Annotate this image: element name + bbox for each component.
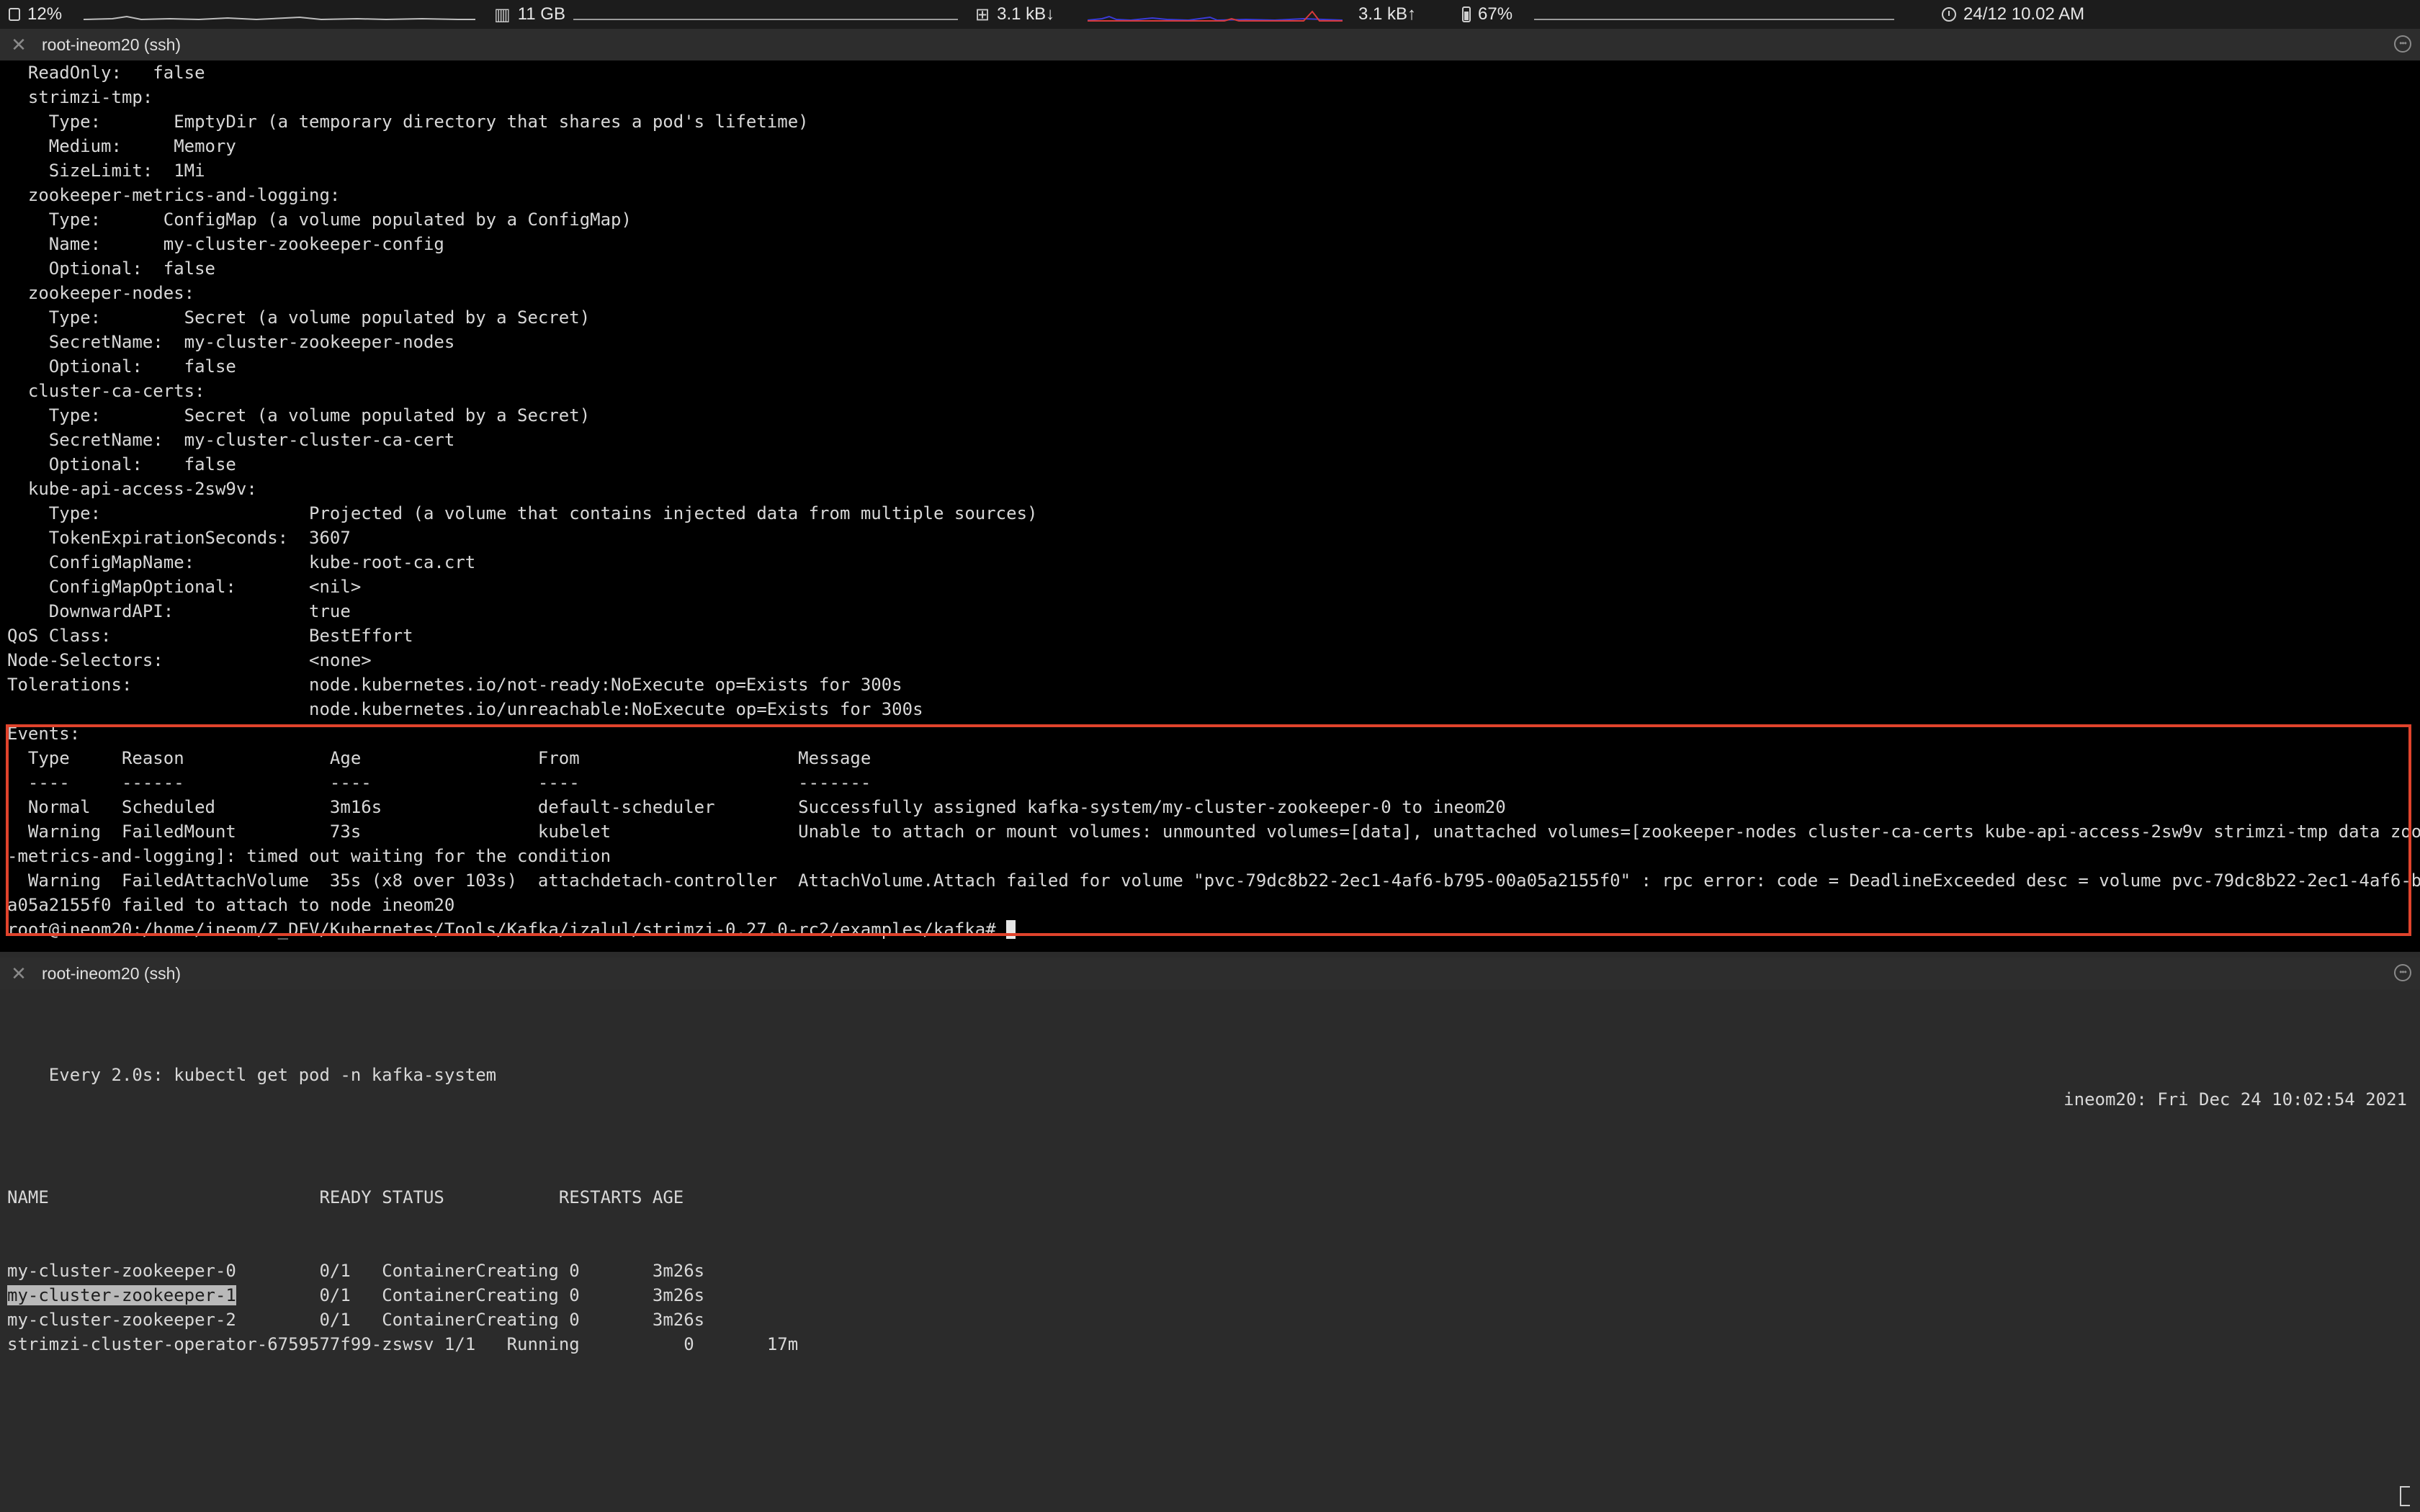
clock-icon	[1942, 7, 1956, 22]
more-options-icon[interactable]: •••	[2394, 35, 2411, 53]
terminal-line: Tolerations: node.kubernetes.io/not-read…	[7, 675, 902, 695]
pod-name: strimzi-cluster-operator-6759577f99-zsws…	[7, 1334, 444, 1354]
close-icon[interactable]: ✕	[9, 35, 29, 55]
pod-status: Running	[506, 1334, 684, 1354]
pod-ready: 0/1	[319, 1285, 382, 1305]
status-bar: 12% ▥ 11 GB ⊞ 3.1 kB↓ 3.1 kB↑ 67% 24/12 …	[0, 0, 2420, 29]
terminal-line: Type: Projected (a volume that contains …	[7, 503, 1038, 523]
terminal-line: QoS Class: BestEffort	[7, 626, 413, 646]
terminal-line: kube-api-access-2sw9v:	[7, 479, 257, 499]
pod-status: ContainerCreating	[382, 1310, 570, 1330]
pod-restarts: 0	[684, 1334, 767, 1354]
pane1-title: root-ineom20 (ssh)	[42, 35, 182, 54]
pod-restarts: 0	[569, 1261, 653, 1281]
pane2-title: root-ineom20 (ssh)	[42, 964, 182, 983]
pod-restarts: 0	[569, 1285, 653, 1305]
pod-ready: 0/1	[319, 1310, 382, 1330]
battery-graph	[1534, 9, 1894, 22]
terminal-line: ConfigMapName: kube-root-ca.crt	[7, 552, 476, 572]
terminal-line: cluster-ca-certs:	[7, 381, 205, 401]
pane2-titlebar[interactable]: ✕ root-ineom20 (ssh) •••	[0, 958, 2420, 989]
datetime-value: 24/12 10.02 AM	[1963, 4, 2085, 24]
pod-name: my-cluster-zookeeper-2	[7, 1310, 320, 1330]
terminal-line: DownwardAPI: true	[7, 601, 351, 621]
terminal-line: Optional: false	[7, 356, 236, 377]
network-graph	[1088, 9, 1343, 22]
table-row: strimzi-cluster-operator-6759577f99-zsws…	[0, 1332, 2420, 1356]
battery-icon	[1462, 6, 1471, 22]
battery-value: 67%	[1478, 4, 1513, 24]
terminal-line: SecretName: my-cluster-zookeeper-nodes	[7, 332, 455, 352]
pod-table: my-cluster-zookeeper-0 0/1 ContainerCrea…	[0, 1259, 2420, 1356]
cpu-graph	[84, 9, 475, 22]
terminal-line: zookeeper-metrics-and-logging:	[7, 185, 341, 205]
table-row: my-cluster-zookeeper-1 0/1 ContainerCrea…	[0, 1283, 2420, 1308]
pod-age: 17m	[766, 1334, 799, 1354]
terminal-line: Name: my-cluster-zookeeper-config	[7, 234, 444, 254]
terminal-line: Type: ConfigMap (a volume populated by a…	[7, 210, 632, 230]
pod-table-header: NAME READY STATUS RESTARTS AGE	[0, 1185, 2420, 1210]
memory-graph	[573, 9, 958, 22]
terminal-line: Optional: false	[7, 258, 215, 279]
pod-ready: 0/1	[319, 1261, 382, 1281]
terminal-line: ReadOnly: false	[7, 63, 205, 83]
pod-age: 3m26s	[652, 1261, 705, 1281]
net-up-value: 3.1 kB↑	[1358, 4, 1417, 24]
terminal-line: SizeLimit: 1Mi	[7, 161, 205, 181]
pod-status: ContainerCreating	[382, 1285, 570, 1305]
watch-host-time: ineom20: Fri Dec 24 10:02:54 2021	[2063, 1089, 2407, 1110]
table-row: my-cluster-zookeeper-2 0/1 ContainerCrea…	[0, 1308, 2420, 1332]
close-icon[interactable]: ✕	[9, 963, 29, 984]
terminal-line: Type: Secret (a volume populated by a Se…	[7, 307, 591, 328]
terminal-line: node.kubernetes.io/unreachable:NoExecute…	[7, 699, 923, 719]
network-up-widget[interactable]: 3.1 kB↑	[1358, 0, 1416, 29]
terminal-line: Type: EmptyDir (a temporary directory th…	[7, 112, 809, 132]
terminal-line: Node-Selectors: <none>	[7, 650, 372, 670]
memory-value: 11 GB	[517, 4, 565, 24]
column-header-restarts: RESTARTS	[558, 1187, 653, 1207]
terminal-line: ConfigMapOptional: <nil>	[7, 577, 362, 597]
cpu-value: 12%	[27, 4, 63, 24]
table-row: my-cluster-zookeeper-0 0/1 ContainerCrea…	[0, 1259, 2420, 1283]
pane1-titlebar[interactable]: ✕ root-ineom20 (ssh) •••	[0, 29, 2420, 60]
terminal-line: zookeeper-nodes:	[7, 283, 195, 303]
terminal-line: TokenExpirationSeconds: 3607	[7, 528, 351, 548]
pod-ready: 1/1	[444, 1334, 507, 1354]
battery-widget[interactable]: 67%	[1462, 0, 1512, 29]
terminal-line: SecretName: my-cluster-cluster-ca-cert	[7, 430, 455, 450]
terminal-line: strimzi-tmp:	[7, 87, 153, 107]
watch-output[interactable]: Every 2.0s: kubectl get pod -n kafka-sys…	[0, 989, 2420, 1512]
column-header-ready: READY	[319, 1187, 382, 1207]
watch-header: Every 2.0s: kubectl get pod -n kafka-sys…	[48, 1065, 497, 1085]
pod-age: 3m26s	[652, 1310, 705, 1330]
events-highlight-box	[6, 724, 2411, 936]
column-header-name: NAME	[7, 1187, 320, 1207]
cpu-widget[interactable]: 12%	[9, 0, 62, 29]
pod-restarts: 0	[569, 1310, 653, 1330]
more-options-icon[interactable]: •••	[2394, 964, 2411, 981]
cpu-icon	[9, 8, 20, 21]
pod-name: my-cluster-zookeeper-1	[7, 1285, 236, 1305]
memory-icon: ▥	[494, 4, 511, 24]
terminal-line: Optional: false	[7, 454, 236, 474]
column-header-age: AGE	[652, 1187, 684, 1207]
network-icon: ⊞	[975, 4, 990, 24]
network-widget[interactable]: ⊞ 3.1 kB↓	[975, 0, 1054, 29]
scroll-indicator	[2400, 1486, 2410, 1506]
pod-age: 3m26s	[652, 1285, 705, 1305]
net-down-value: 3.1 kB↓	[997, 4, 1055, 24]
memory-widget[interactable]: ▥ 11 GB	[494, 0, 565, 29]
terminal-line: Medium: Memory	[7, 136, 236, 156]
column-header-status: STATUS	[382, 1187, 559, 1207]
clock-widget[interactable]: 24/12 10.02 AM	[1942, 0, 2084, 29]
pod-name: my-cluster-zookeeper-0	[7, 1261, 320, 1281]
pod-status: ContainerCreating	[382, 1261, 570, 1281]
terminal-line: Type: Secret (a volume populated by a Se…	[7, 405, 591, 426]
watch-header-line: Every 2.0s: kubectl get pod -n kafka-sys…	[0, 1038, 2420, 1110]
